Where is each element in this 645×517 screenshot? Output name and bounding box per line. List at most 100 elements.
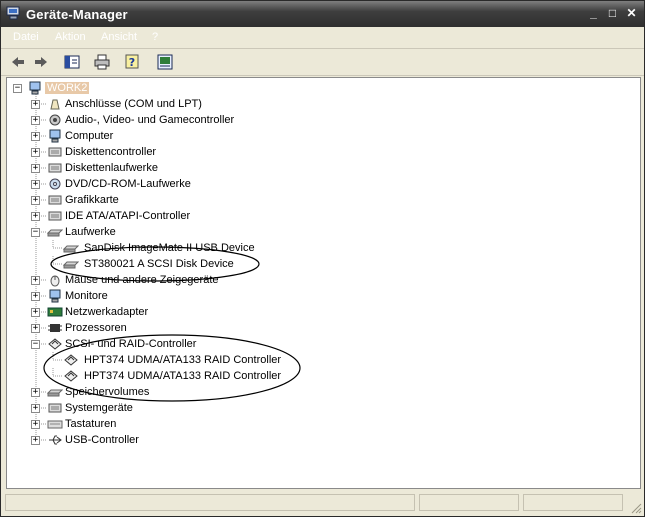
expand-toggle[interactable]: + <box>31 420 40 429</box>
status-bar <box>1 491 644 516</box>
storage-volume-icon <box>47 389 63 397</box>
svg-text:?: ? <box>129 56 135 69</box>
expand-toggle[interactable]: + <box>31 276 40 285</box>
floppy-drive-icon <box>48 163 62 173</box>
collapse-root-toggle[interactable]: − <box>13 84 22 93</box>
usb-icon <box>49 435 62 445</box>
menu-aktion[interactable]: Aktion <box>55 31 86 43</box>
help-icon[interactable]: ? <box>124 53 142 71</box>
console-tree-icon[interactable] <box>63 53 81 71</box>
tree-root-label[interactable]: WORK2 <box>45 82 90 94</box>
expand-toggle[interactable]: + <box>31 212 40 221</box>
properties-icon[interactable] <box>156 53 174 71</box>
tree-device-row[interactable]: SanDisk ImageMate II USB Device <box>7 240 607 256</box>
tree-category-row[interactable]: + Monitore <box>7 288 607 304</box>
tree-category-label[interactable]: Monitore <box>65 290 108 302</box>
menu-ansicht[interactable]: Ansicht <box>101 31 137 43</box>
tree-category-label[interactable]: Laufwerke <box>65 226 116 238</box>
tree-category-label[interactable]: Grafikkarte <box>65 194 119 206</box>
expand-toggle[interactable]: + <box>31 324 40 333</box>
expand-toggle[interactable]: + <box>31 100 40 109</box>
expand-toggle[interactable]: + <box>31 196 40 205</box>
tree-category-row[interactable]: + Tastaturen <box>7 416 607 432</box>
tree-category-label[interactable]: Systemgeräte <box>65 402 133 414</box>
back-arrow-icon[interactable] <box>9 53 27 71</box>
tree-category-row[interactable]: + Audio-, Video- und Gamecontroller <box>7 112 607 128</box>
computer-icon <box>29 81 41 95</box>
expand-toggle[interactable]: + <box>31 116 40 125</box>
tree-category-row[interactable]: + Grafikkarte <box>7 192 607 208</box>
expand-toggle[interactable]: + <box>31 180 40 189</box>
device-tree[interactable]: − WORK2 + Anschlüsse (COM und LPT) + Audio-, … <box>6 77 641 489</box>
tree-category-label[interactable]: Tastaturen <box>65 418 116 430</box>
disk-drive-icon <box>63 245 79 253</box>
tree-category-label[interactable]: USB-Controller <box>65 434 139 446</box>
tree-category-row[interactable]: + IDE ATA/ATAPI-Controller <box>7 208 607 224</box>
tree-device-label[interactable]: SanDisk ImageMate II USB Device <box>84 242 255 254</box>
scsi-controller-icon <box>48 338 62 350</box>
monitor-icon <box>49 289 61 303</box>
tree-category-row[interactable]: + Systemgeräte <box>7 400 607 416</box>
expand-toggle[interactable]: + <box>31 148 40 157</box>
tree-category-row[interactable]: − SCSI- und RAID-Controller <box>7 336 607 352</box>
resize-grip-icon[interactable] <box>630 502 642 514</box>
tree-category-label[interactable]: Prozessoren <box>65 322 127 334</box>
tree-category-row[interactable]: + Anschlüsse (COM und LPT) <box>7 96 607 112</box>
expand-toggle[interactable]: + <box>31 404 40 413</box>
tree-device-label[interactable]: HPT374 UDMA/ATA133 RAID Controller <box>84 370 281 382</box>
tree-category-label[interactable]: Diskettencontroller <box>65 146 156 158</box>
tree-category-label[interactable]: DVD/CD-ROM-Laufwerke <box>65 178 191 190</box>
expand-toggle[interactable]: + <box>31 308 40 317</box>
tree-category-label[interactable]: Mäuse und andere Zeigegeräte <box>65 274 219 286</box>
maximize-button[interactable]: □ <box>605 6 620 21</box>
window-title: Geräte-Manager <box>26 7 128 22</box>
collapse-toggle[interactable]: − <box>31 228 40 237</box>
tree-category-label[interactable]: Netzwerkadapter <box>65 306 148 318</box>
expand-toggle[interactable]: + <box>31 132 40 141</box>
print-icon[interactable] <box>93 53 111 71</box>
tree-device-label[interactable]: HPT374 UDMA/ATA133 RAID Controller <box>84 354 281 366</box>
scsi-controller-icon <box>64 370 78 382</box>
expand-toggle[interactable]: + <box>31 436 40 445</box>
keyboard-icon <box>47 420 63 429</box>
tree-device-row[interactable]: HPT374 UDMA/ATA133 RAID Controller <box>7 368 607 384</box>
tree-category-row[interactable]: + Netzwerkadapter <box>7 304 607 320</box>
tree-category-row[interactable]: + Mäuse und andere Zeigegeräte <box>7 272 607 288</box>
tree-device-row[interactable]: ST380021 A SCSI Disk Device <box>7 256 607 272</box>
tree-category-label[interactable]: Computer <box>65 130 113 142</box>
tree-category-row[interactable]: − Laufwerke <box>7 224 607 240</box>
forward-arrow-icon[interactable] <box>32 53 50 71</box>
tree-category-label[interactable]: Anschlüsse (COM und LPT) <box>65 98 202 110</box>
mouse-icon <box>50 275 60 287</box>
tree-category-row[interactable]: + USB-Controller <box>7 432 607 448</box>
menu-datei[interactable]: Datei <box>13 31 39 43</box>
processor-icon <box>48 324 62 332</box>
status-panel-3 <box>523 494 623 511</box>
floppy-controller-icon <box>48 147 62 157</box>
tree-category-label[interactable]: Speichervolumes <box>65 386 149 398</box>
tree-device-label[interactable]: ST380021 A SCSI Disk Device <box>84 258 234 270</box>
tree-root[interactable]: − WORK2 <box>7 80 607 96</box>
collapse-toggle[interactable]: − <box>31 340 40 349</box>
menu-help[interactable]: ? <box>152 31 158 43</box>
tree-category-label[interactable]: Diskettenlaufwerke <box>65 162 158 174</box>
tree-category-row[interactable]: + Diskettencontroller <box>7 144 607 160</box>
tree-category-row[interactable]: + Speichervolumes <box>7 384 607 400</box>
expand-toggle[interactable]: + <box>31 292 40 301</box>
tree-category-label[interactable]: SCSI- und RAID-Controller <box>65 338 196 350</box>
expand-toggle[interactable]: + <box>31 388 40 397</box>
menu-bar: Datei Aktion Ansicht ? <box>1 28 644 49</box>
tree-device-row[interactable]: HPT374 UDMA/ATA133 RAID Controller <box>7 352 607 368</box>
tree-category-row[interactable]: + Prozessoren <box>7 320 607 336</box>
tree-category-row[interactable]: + DVD/CD-ROM-Laufwerke <box>7 176 607 192</box>
expand-toggle[interactable]: + <box>31 164 40 173</box>
computer-icon <box>49 129 61 143</box>
close-button[interactable]: ✕ <box>624 6 639 21</box>
status-panel-2 <box>419 494 519 511</box>
minimize-button[interactable]: _ <box>586 6 601 21</box>
tree-category-row[interactable]: + Diskettenlaufwerke <box>7 160 607 176</box>
tree-category-label[interactable]: Audio-, Video- und Gamecontroller <box>65 114 234 126</box>
title-bar[interactable]: Geräte-Manager _ □ ✕ <box>1 1 644 27</box>
tree-category-label[interactable]: IDE ATA/ATAPI-Controller <box>65 210 190 222</box>
tree-category-row[interactable]: + Computer <box>7 128 607 144</box>
